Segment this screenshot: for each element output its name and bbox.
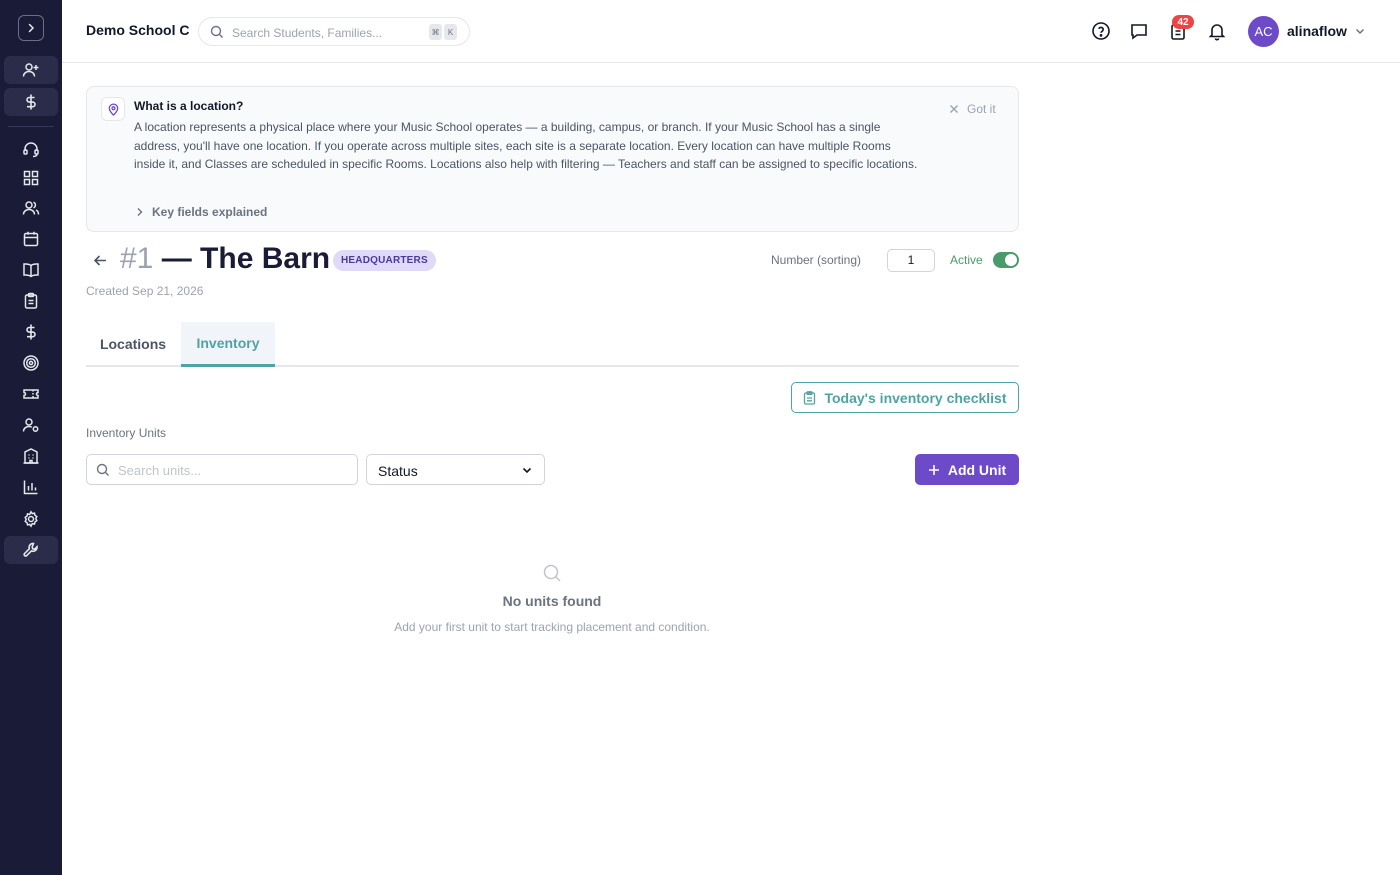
users-icon: [22, 201, 40, 215]
book-icon: [23, 263, 39, 278]
grid-icon: [23, 170, 39, 186]
sidebar-item-locations[interactable]: [4, 442, 58, 470]
unit-search-input[interactable]: Search units...: [86, 454, 358, 485]
unit-search-placeholder: Search units...: [118, 463, 202, 478]
add-unit-label: Add Unit: [947, 461, 1007, 478]
chevron-down-icon[interactable]: [1354, 25, 1366, 37]
search-icon: [543, 564, 561, 582]
status-filter-label: Status: [378, 463, 418, 479]
tab-locations[interactable]: Locations: [86, 322, 180, 366]
dollar-icon: [26, 94, 36, 110]
inventory-checklist-button[interactable]: Today's inventory checklist: [791, 382, 1019, 413]
info-pin-badge: [101, 97, 125, 121]
dismiss-info-button[interactable]: Got it: [949, 102, 996, 116]
sidebar-item-students[interactable]: [4, 194, 58, 222]
sidebar-item-tasks[interactable]: [4, 287, 58, 315]
message-icon: [1131, 24, 1147, 40]
building-icon: [23, 448, 39, 464]
notifications-button[interactable]: [1206, 20, 1228, 42]
gear-icon: [24, 510, 38, 528]
sidebar-divider: [8, 126, 54, 127]
sidebar-item-courses[interactable]: [4, 256, 58, 284]
search-icon: [210, 25, 223, 38]
notification-count-badge: 42: [1172, 15, 1194, 29]
plus-icon: [928, 464, 939, 475]
dollar-icon: [26, 324, 36, 340]
help-circle-icon: [1092, 22, 1110, 40]
toggle-knob: [1005, 254, 1017, 266]
sidebar-item-staff[interactable]: [4, 411, 58, 439]
chevron-down-icon: [522, 467, 532, 474]
calendar-icon: [23, 231, 39, 247]
sidebar-item-settings[interactable]: [4, 505, 58, 533]
inventory-units-label: Inventory Units: [86, 426, 167, 440]
sidebar-item-reports[interactable]: [4, 473, 58, 501]
sort-number-label: Number (sorting): [771, 253, 862, 267]
user-avatar[interactable]: AC: [1248, 16, 1279, 47]
search-icon: [96, 463, 109, 476]
headset-icon: [23, 142, 39, 158]
close-icon: [950, 105, 958, 113]
shortcut-key-k: K: [444, 24, 457, 40]
created-date: Created Sep 21, 2026: [86, 284, 204, 298]
page-title: #1 — The Barn: [120, 242, 330, 276]
sidebar-item-tickets[interactable]: [4, 380, 58, 408]
sidebar-item-dashboard[interactable]: [4, 164, 58, 192]
location-name: — The Barn: [161, 242, 331, 275]
help-button[interactable]: [1090, 20, 1112, 42]
info-title: What is a location?: [134, 99, 244, 113]
sidebar-item-billing[interactable]: [4, 88, 58, 116]
wrench-icon: [23, 542, 38, 557]
sidebar: [0, 0, 62, 875]
location-info-panel: What is a location? A location represent…: [86, 86, 1019, 232]
headquarters-badge: HEADQUARTERS: [333, 250, 436, 271]
location-number: #1: [120, 242, 154, 275]
sidebar-expand-button[interactable]: [18, 15, 44, 41]
active-toggle[interactable]: [993, 252, 1019, 268]
user-settings-icon: [22, 418, 39, 432]
top-header: Demo School C Search Students, Families.…: [62, 0, 1400, 63]
messages-button[interactable]: [1128, 20, 1150, 42]
empty-state-subtitle: Add your first unit to start tracking pl…: [394, 620, 710, 634]
global-search-input[interactable]: Search Students, Families... ⌘ K: [198, 17, 470, 46]
add-unit-button[interactable]: Add Unit: [915, 454, 1019, 485]
sidebar-item-support[interactable]: [4, 135, 58, 163]
sidebar-item-add-user[interactable]: [4, 56, 58, 84]
username[interactable]: alinaflow: [1287, 23, 1347, 39]
back-arrow-icon[interactable]: [92, 252, 109, 269]
checklist-label: Today's inventory checklist: [824, 389, 1007, 406]
location-tabs: Locations Inventory: [86, 322, 1019, 367]
sidebar-item-payments[interactable]: [4, 318, 58, 346]
clipboard-icon: [804, 390, 816, 405]
active-label: Active: [950, 253, 983, 267]
shortcut-key-cmd: ⌘: [429, 24, 442, 40]
dismiss-label: Got it: [967, 102, 996, 116]
user-plus-icon: [22, 63, 39, 77]
clipboard-icon: [24, 292, 38, 309]
map-pin-icon: [108, 102, 118, 116]
chevron-right-icon: [137, 208, 143, 216]
sidebar-item-tools[interactable]: [4, 536, 58, 564]
info-body: A location represents a physical place w…: [134, 120, 918, 172]
target-icon: [23, 355, 39, 371]
sidebar-item-goals[interactable]: [4, 349, 58, 377]
bar-chart-icon: [23, 480, 38, 495]
chevron-right-icon: [28, 23, 35, 33]
status-filter-select[interactable]: Status: [366, 454, 545, 485]
sidebar-item-calendar[interactable]: [4, 225, 58, 253]
key-fields-toggle[interactable]: Key fields explained: [136, 205, 267, 219]
sort-number-input[interactable]: 1: [887, 249, 935, 272]
empty-state-title: No units found: [502, 593, 602, 609]
ticket-icon: [23, 389, 39, 399]
tab-inventory[interactable]: Inventory: [181, 322, 275, 367]
key-fields-label: Key fields explained: [152, 205, 268, 219]
bell-icon: [1208, 24, 1226, 41]
school-name[interactable]: Demo School C: [86, 22, 189, 38]
search-placeholder: Search Students, Families...: [232, 26, 383, 40]
